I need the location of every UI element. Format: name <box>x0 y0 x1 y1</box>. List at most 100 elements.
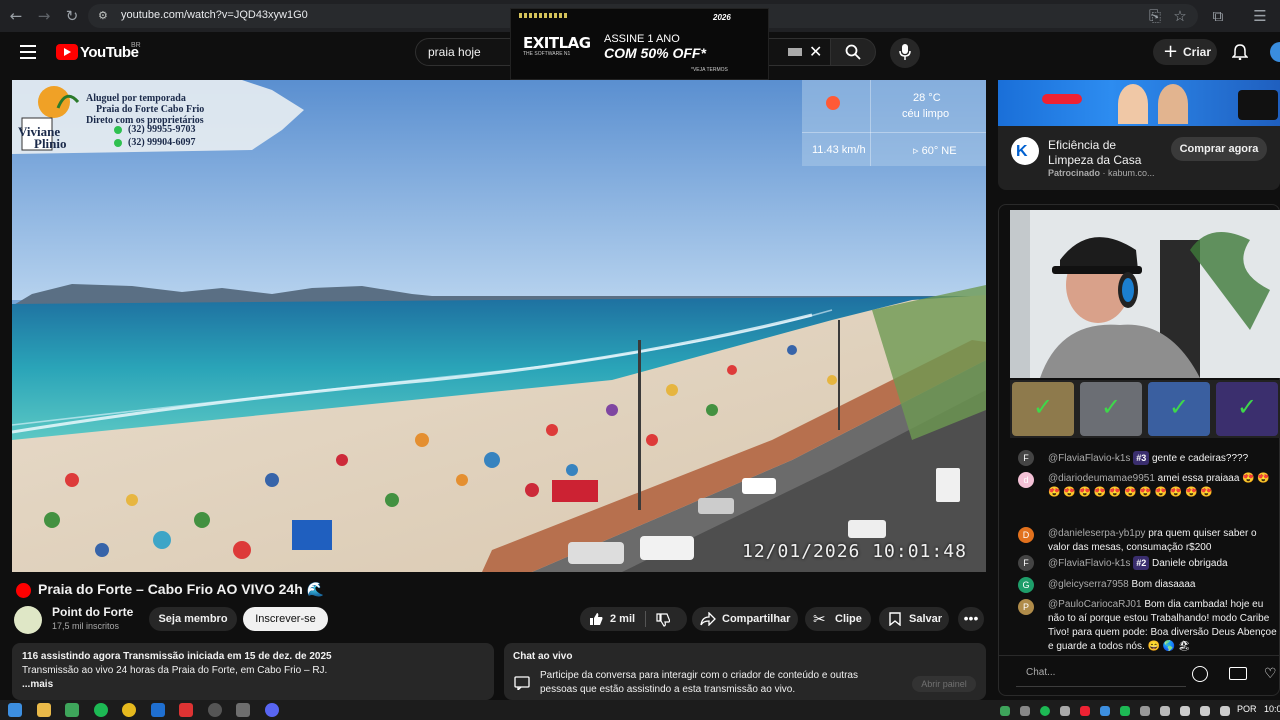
reload-icon[interactable]: ↻ <box>62 6 82 26</box>
keyboard-icon[interactable] <box>788 48 802 56</box>
checkmark-icon: ✓ <box>1033 393 1054 421</box>
file-explorer-icon[interactable] <box>37 703 51 717</box>
chat-input-divider <box>999 655 1279 656</box>
checkmark-icon: ✓ <box>1169 393 1190 421</box>
chat-avatar[interactable]: P <box>1018 599 1034 615</box>
chat-author[interactable]: @FlaviaFlavio-k1s <box>1048 453 1130 464</box>
youtube-logo-icon[interactable] <box>56 44 78 60</box>
chat-author[interactable]: @FlaviaFlavio-k1s <box>1048 558 1130 569</box>
chat-author[interactable]: @diariodeumamae9951 <box>1048 473 1155 484</box>
keyboard-language[interactable]: POR <box>1237 704 1257 714</box>
search-icon[interactable] <box>845 44 861 60</box>
battery-icon[interactable] <box>1220 706 1230 716</box>
notifications-bell-icon[interactable] <box>1232 44 1248 60</box>
save-playlist-icon <box>889 612 901 626</box>
ad-brand: EXITLAG <box>523 34 591 52</box>
taskbar-app-icon[interactable] <box>65 703 79 717</box>
tray-icon[interactable] <box>1080 706 1090 716</box>
like-count[interactable]: 2 mil <box>610 613 635 625</box>
bookmark-star-icon[interactable]: ☆ <box>1170 6 1190 26</box>
chat-avatar[interactable]: F <box>1018 555 1034 571</box>
channel-avatar[interactable] <box>14 606 42 634</box>
plus-icon: + <box>1163 41 1179 62</box>
emoji-icon[interactable] <box>1192 666 1208 682</box>
sidebar-ad-title[interactable]: Limpeza da Casa <box>1048 153 1141 167</box>
forward-icon[interactable]: → <box>34 6 54 26</box>
chat-input-field[interactable]: Chat... <box>1016 662 1176 684</box>
hamburger-menu-icon[interactable] <box>20 45 36 59</box>
tray-icon[interactable] <box>1140 706 1150 716</box>
super-chat-icon[interactable] <box>1229 667 1247 680</box>
wifi-icon[interactable] <box>1180 706 1190 716</box>
tray-icon[interactable] <box>1040 706 1050 716</box>
join-membership-button[interactable]: Seja membro <box>149 607 237 631</box>
chat-avatar[interactable]: G <box>1018 577 1034 593</box>
chat-author[interactable]: @gleicyserra7958 <box>1048 579 1129 590</box>
taskbar-app-icon[interactable] <box>179 703 193 717</box>
more-actions-icon[interactable]: ••• <box>958 607 984 631</box>
tray-icon[interactable] <box>1100 706 1110 716</box>
search-query[interactable]: praia hoje <box>428 45 481 59</box>
channel-name[interactable]: Point do Forte <box>52 605 133 619</box>
chat-avatar[interactable]: F <box>1018 450 1034 466</box>
tray-icon[interactable] <box>1060 706 1070 716</box>
url-text[interactable]: youtube.com/watch?v=JQD43xyw1G0 <box>121 9 308 21</box>
clock[interactable]: 10:0 <box>1264 704 1280 714</box>
tray-icon[interactable] <box>1020 706 1030 716</box>
camera-timestamp: 12/01/2026 10:01:48 <box>742 541 967 562</box>
chat-text: gente e cadeiras???? <box>1151 453 1249 464</box>
description-more-link[interactable]: ...mais <box>22 679 53 690</box>
sidebar-ad-banner-image[interactable] <box>998 80 1280 126</box>
site-info-icon[interactable]: ⚙ <box>98 9 112 23</box>
rental-sign-overlay: Aluguel por temporada Praia do Forte Cab… <box>12 80 304 154</box>
chat-message: @diariodeumamae9951 amei essa praiaaa 😍 … <box>1048 472 1278 500</box>
like-divider <box>645 611 646 627</box>
live-chat-panel-text: pessoas que estão assistindo a esta tran… <box>540 684 796 695</box>
weather-wind-speed: 11.43 km/h <box>812 144 866 156</box>
checkmark-icon: ✓ <box>1101 393 1122 421</box>
like-icon[interactable] <box>589 612 603 626</box>
top-ad-banner[interactable]: EXITLAG THE SOFTWARE N1 ASSINE 1 ANO COM… <box>510 8 769 80</box>
discord-icon[interactable] <box>265 703 279 717</box>
dislike-icon[interactable] <box>656 613 670 627</box>
live-chat-panel-text: Participe da conversa para interagir com… <box>540 670 858 681</box>
heart-icon[interactable]: ♡ <box>1264 666 1277 682</box>
chrome-icon[interactable] <box>122 703 136 717</box>
rental-phone2: (32) 99904-6097 <box>128 137 196 148</box>
sponsored-text: Patrocinado <box>1048 168 1101 178</box>
clear-search-icon[interactable]: ✕ <box>809 42 822 61</box>
chat-avatar[interactable]: D <box>1018 527 1034 543</box>
extensions-icon[interactable]: ⧉ <box>1208 6 1228 26</box>
presenter-image <box>1118 84 1148 124</box>
ad-domain: kabum.co... <box>1108 168 1155 178</box>
open-panel-button[interactable]: Abrir painel <box>912 676 976 692</box>
back-icon[interactable]: ← <box>6 6 26 26</box>
tray-icon[interactable] <box>1120 706 1130 716</box>
subscribe-button[interactable]: Inscrever-se <box>243 607 328 631</box>
tray-icon[interactable] <box>1000 706 1010 716</box>
live-shop-badge <box>1042 94 1082 104</box>
streamer-webcam-image <box>1010 210 1280 378</box>
chat-message: @PauloCariocaRJ01 Bom dia cambada! hoje … <box>1048 598 1278 654</box>
volume-icon[interactable] <box>1200 706 1210 716</box>
chat-avatar[interactable]: d <box>1018 472 1034 488</box>
chat-author[interactable]: @danieleserpa-yb1py <box>1048 528 1145 539</box>
taskbar-app-icon[interactable] <box>151 703 165 717</box>
scissors-icon: ✂ <box>813 610 826 628</box>
tray-icon[interactable] <box>1160 706 1170 716</box>
youtube-logo-text[interactable]: YouTube <box>80 44 139 61</box>
chat-message: @FlaviaFlavio-k1s #2 Daniele obrigada <box>1048 556 1278 571</box>
sponsored-label: Patrocinado · kabum.co... <box>1048 168 1155 178</box>
taskbar-app-icon[interactable] <box>236 703 250 717</box>
windows-start-icon[interactable] <box>8 703 22 717</box>
ad-line2: COM 50% OFF* <box>604 45 706 61</box>
taskbar-app-icon[interactable] <box>208 703 222 717</box>
browser-menu-icon[interactable]: ☰ <box>1250 6 1270 26</box>
chat-author[interactable]: @PauloCariocaRJ01 <box>1048 599 1142 610</box>
spotify-icon[interactable] <box>94 703 108 717</box>
sidebar-ad-title[interactable]: Eficiência de <box>1048 138 1116 152</box>
install-app-icon[interactable]: ⎘ <box>1145 6 1165 26</box>
buy-now-button[interactable]: Comprar agora <box>1171 137 1267 161</box>
microphone-icon[interactable] <box>899 44 911 60</box>
rental-line2: Praia do Forte Cabo Frio <box>96 104 205 115</box>
